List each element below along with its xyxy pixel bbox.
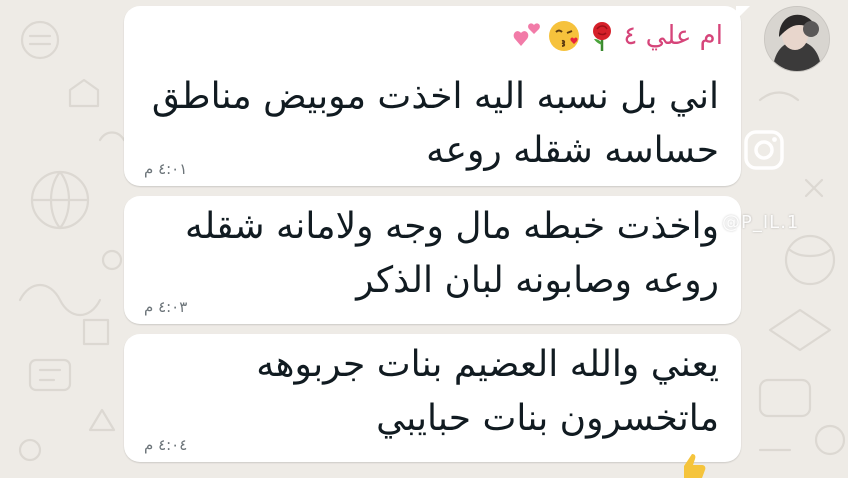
watermark-handle: @P_IL.1 <box>722 212 800 233</box>
message-time: ٤:٠٣ م <box>144 298 188 316</box>
sender-header: ام علي ٤ <box>509 16 723 56</box>
message-text-line: روعه وصابونه لبان الذكر <box>356 260 719 301</box>
message-text-line: ماتخسرون بنات حبايبي <box>376 398 719 439</box>
message-text-line: واخذت خبطه مال وجه ولامانه شقله <box>184 206 719 247</box>
message-bubble[interactable]: يعني والله العضيم بنات جربوهه ماتخسرون ب… <box>124 334 741 462</box>
message-text-line: يعني والله العضيم بنات جربوهه <box>256 344 719 385</box>
user-avatar[interactable] <box>764 6 830 72</box>
kissing-face-icon <box>547 19 581 53</box>
message-bubble[interactable]: واخذت خبطه مال وجه ولامانه شقله روعه وصا… <box>124 196 741 324</box>
message-time: ٤:٠١ م <box>144 160 188 178</box>
rose-icon <box>585 19 619 53</box>
two-hearts-icon <box>509 19 543 53</box>
avatar-icon <box>765 7 829 71</box>
message-text-line: اني بل نسبه اليه اخذت موبيض مناطق <box>151 76 719 117</box>
bubble-tail <box>736 6 750 20</box>
instagram-icon <box>744 130 784 170</box>
message-bubble[interactable]: ام علي ٤ اني بل نسبه اليه اخذت موبيض منا… <box>124 6 750 186</box>
message-time: ٤:٠٤ م <box>144 436 188 454</box>
message-text-line: حساسه شقله روعه <box>426 130 719 171</box>
sender-name[interactable]: ام علي ٤ <box>623 21 723 51</box>
reaction-emoji-icon <box>684 454 706 478</box>
